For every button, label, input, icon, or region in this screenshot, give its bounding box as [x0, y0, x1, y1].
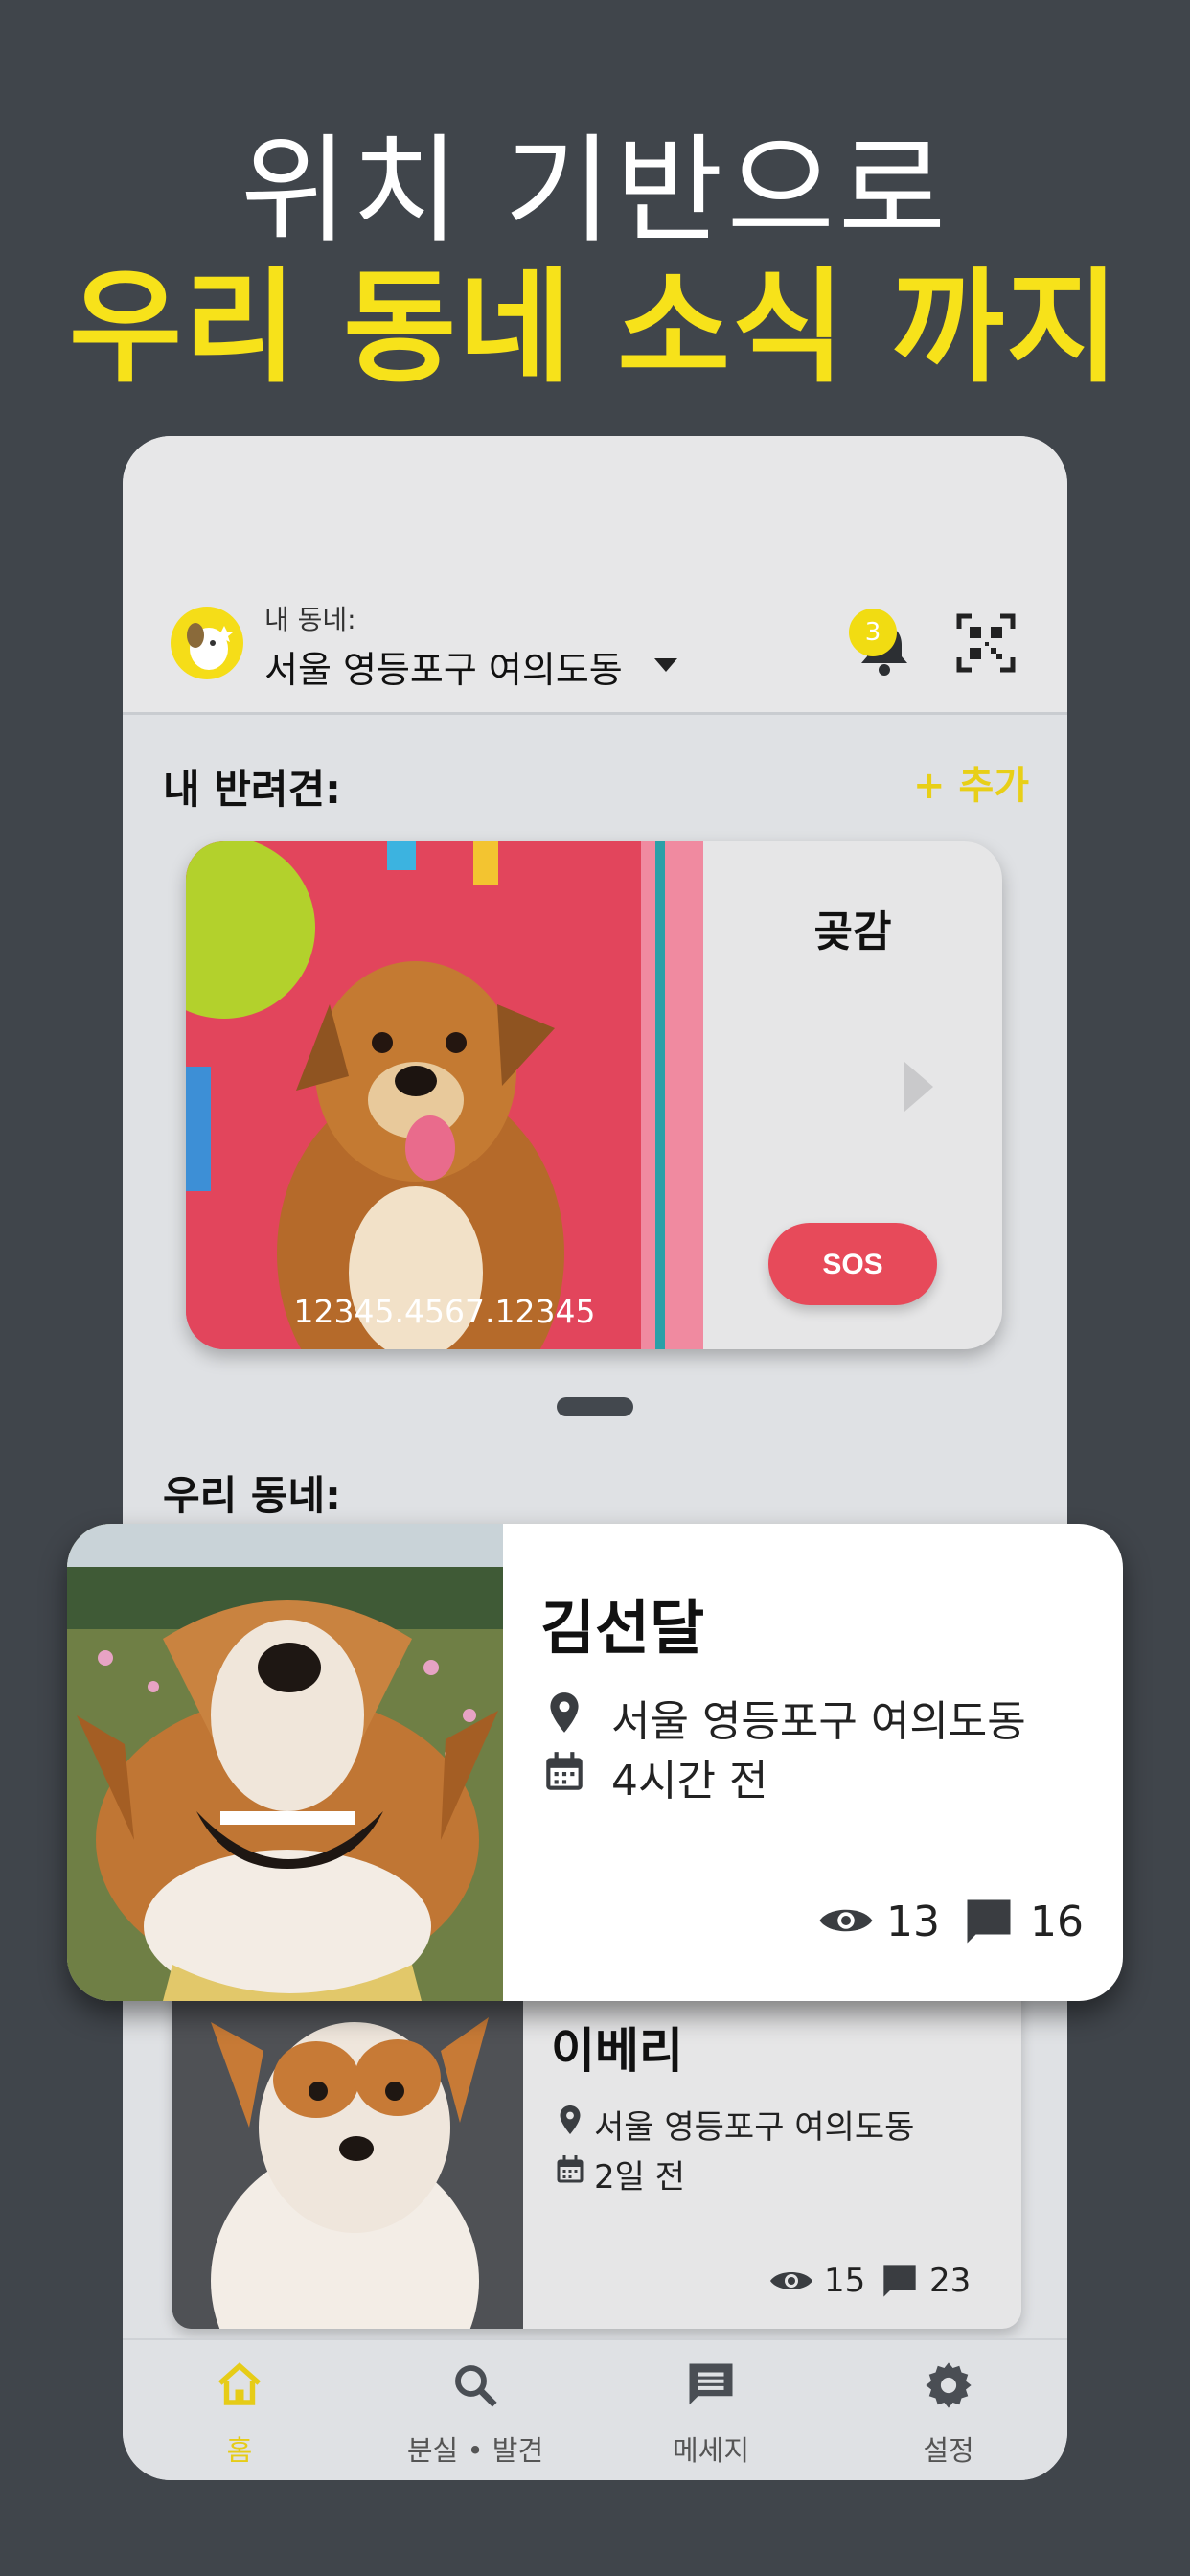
eye-icon	[770, 2272, 812, 2289]
add-pet-button[interactable]: + 추가	[913, 754, 1029, 810]
nav-home[interactable]: 홈	[144, 2359, 335, 2469]
app-screen: 내 동네: 서울 영등포구 여의도동 3 내 반려견: + 추가 12345.4…	[123, 436, 1067, 2480]
eye-icon	[819, 1909, 873, 1932]
app-header: 내 동네: 서울 영등포구 여의도동 3	[123, 436, 1067, 715]
neighborhood-post-card[interactable]: 이베리 서울 영등포구 여의도동 2일 전 15 23	[172, 1965, 1021, 2329]
nav-settings[interactable]: 설정	[853, 2359, 1044, 2469]
gear-icon	[926, 2362, 972, 2408]
post-comments: 16	[1030, 1898, 1084, 1946]
nav-home-label: 홈	[226, 2434, 253, 2467]
post-time: 2일 전	[594, 2158, 685, 2196]
nav-settings-label: 설정	[923, 2434, 974, 2467]
nav-lost-found[interactable]: 분실 • 발견	[379, 2359, 571, 2469]
comment-icon	[967, 1899, 1011, 1944]
location-label: 내 동네:	[264, 604, 356, 635]
home-icon	[217, 2362, 262, 2405]
location-selector[interactable]: 서울 영등포구 여의도동	[264, 640, 623, 693]
pet-photo: 12345.4567.12345	[186, 841, 703, 1349]
post-location: 서울 영등포구 여의도동	[611, 1697, 1026, 1746]
caret-down-icon[interactable]	[654, 658, 677, 672]
post-views: 13	[886, 1898, 940, 1946]
post-location: 서울 영등포구 여의도동	[594, 2108, 915, 2147]
neighborhood-post-card-featured[interactable]: 김선달 서울 영등포구 여의도동 4시간 전 13 16	[67, 1524, 1123, 2001]
pet-name: 곶감	[813, 908, 892, 956]
nav-messages-label: 메세지	[672, 2434, 750, 2467]
post-views: 15	[824, 2262, 866, 2300]
calendar-icon	[546, 1752, 583, 1790]
nav-messages[interactable]: 메세지	[615, 2359, 807, 2469]
location-pin-icon	[550, 1692, 579, 1733]
post-title: 이베리	[551, 2023, 683, 2079]
pet-card[interactable]: 12345.4567.12345 곶감 SOS	[186, 841, 1002, 1349]
post-photo	[172, 1965, 523, 2329]
sos-button[interactable]: SOS	[768, 1223, 937, 1305]
dog-avatar-icon[interactable]	[171, 607, 243, 679]
message-icon	[689, 2363, 733, 2405]
neighborhood-title: 우리 동네:	[163, 1472, 341, 1519]
sheet-drag-handle[interactable]	[557, 1397, 633, 1416]
promo-headline-line2: 우리 동네 소식 까지	[69, 257, 1121, 400]
nav-lost-found-label: 분실 • 발견	[406, 2434, 544, 2467]
location-pin-icon	[560, 2105, 581, 2134]
post-comments: 23	[929, 2262, 972, 2300]
search-icon	[455, 2365, 497, 2407]
pet-registration-id: 12345.4567.12345	[293, 1293, 596, 1330]
bottom-navigation: 홈 분실 • 발견 메세지 설정	[123, 2338, 1067, 2480]
post-photo	[67, 1524, 503, 2001]
notification-badge: 3	[849, 609, 897, 656]
my-pets-title: 내 반려견:	[163, 766, 341, 813]
post-time: 4시간 전	[611, 1757, 768, 1806]
qr-code-icon[interactable]	[956, 613, 1016, 673]
comment-icon	[883, 2265, 916, 2297]
calendar-icon	[557, 2155, 584, 2183]
next-pet-arrow-icon[interactable]	[904, 1062, 933, 1112]
post-title: 김선달	[540, 1593, 705, 1663]
